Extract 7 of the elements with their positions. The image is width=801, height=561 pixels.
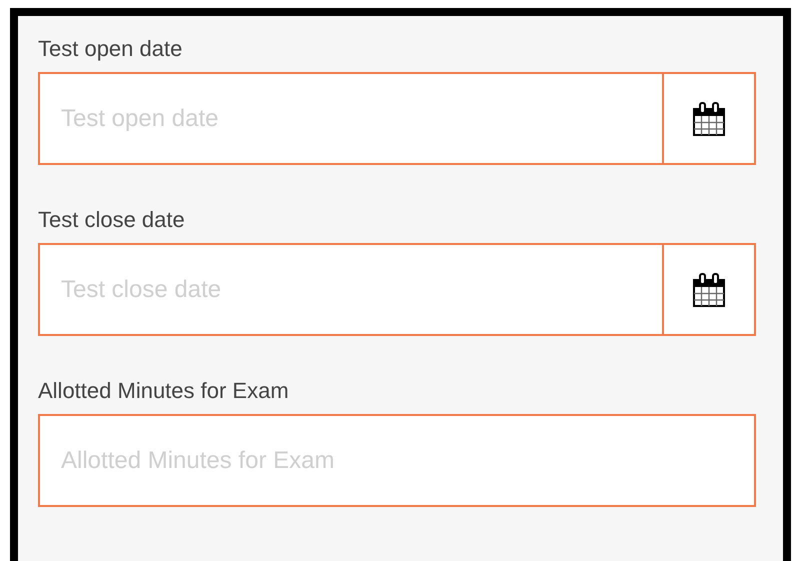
field-label: Allotted Minutes for Exam bbox=[38, 378, 290, 404]
calendar-button[interactable] bbox=[662, 243, 756, 336]
calendar-button[interactable] bbox=[662, 72, 756, 165]
calendar-icon bbox=[692, 102, 726, 136]
field-label: Test close date bbox=[38, 207, 186, 233]
field-label: Test open date bbox=[38, 36, 184, 62]
calendar-icon bbox=[692, 272, 726, 306]
